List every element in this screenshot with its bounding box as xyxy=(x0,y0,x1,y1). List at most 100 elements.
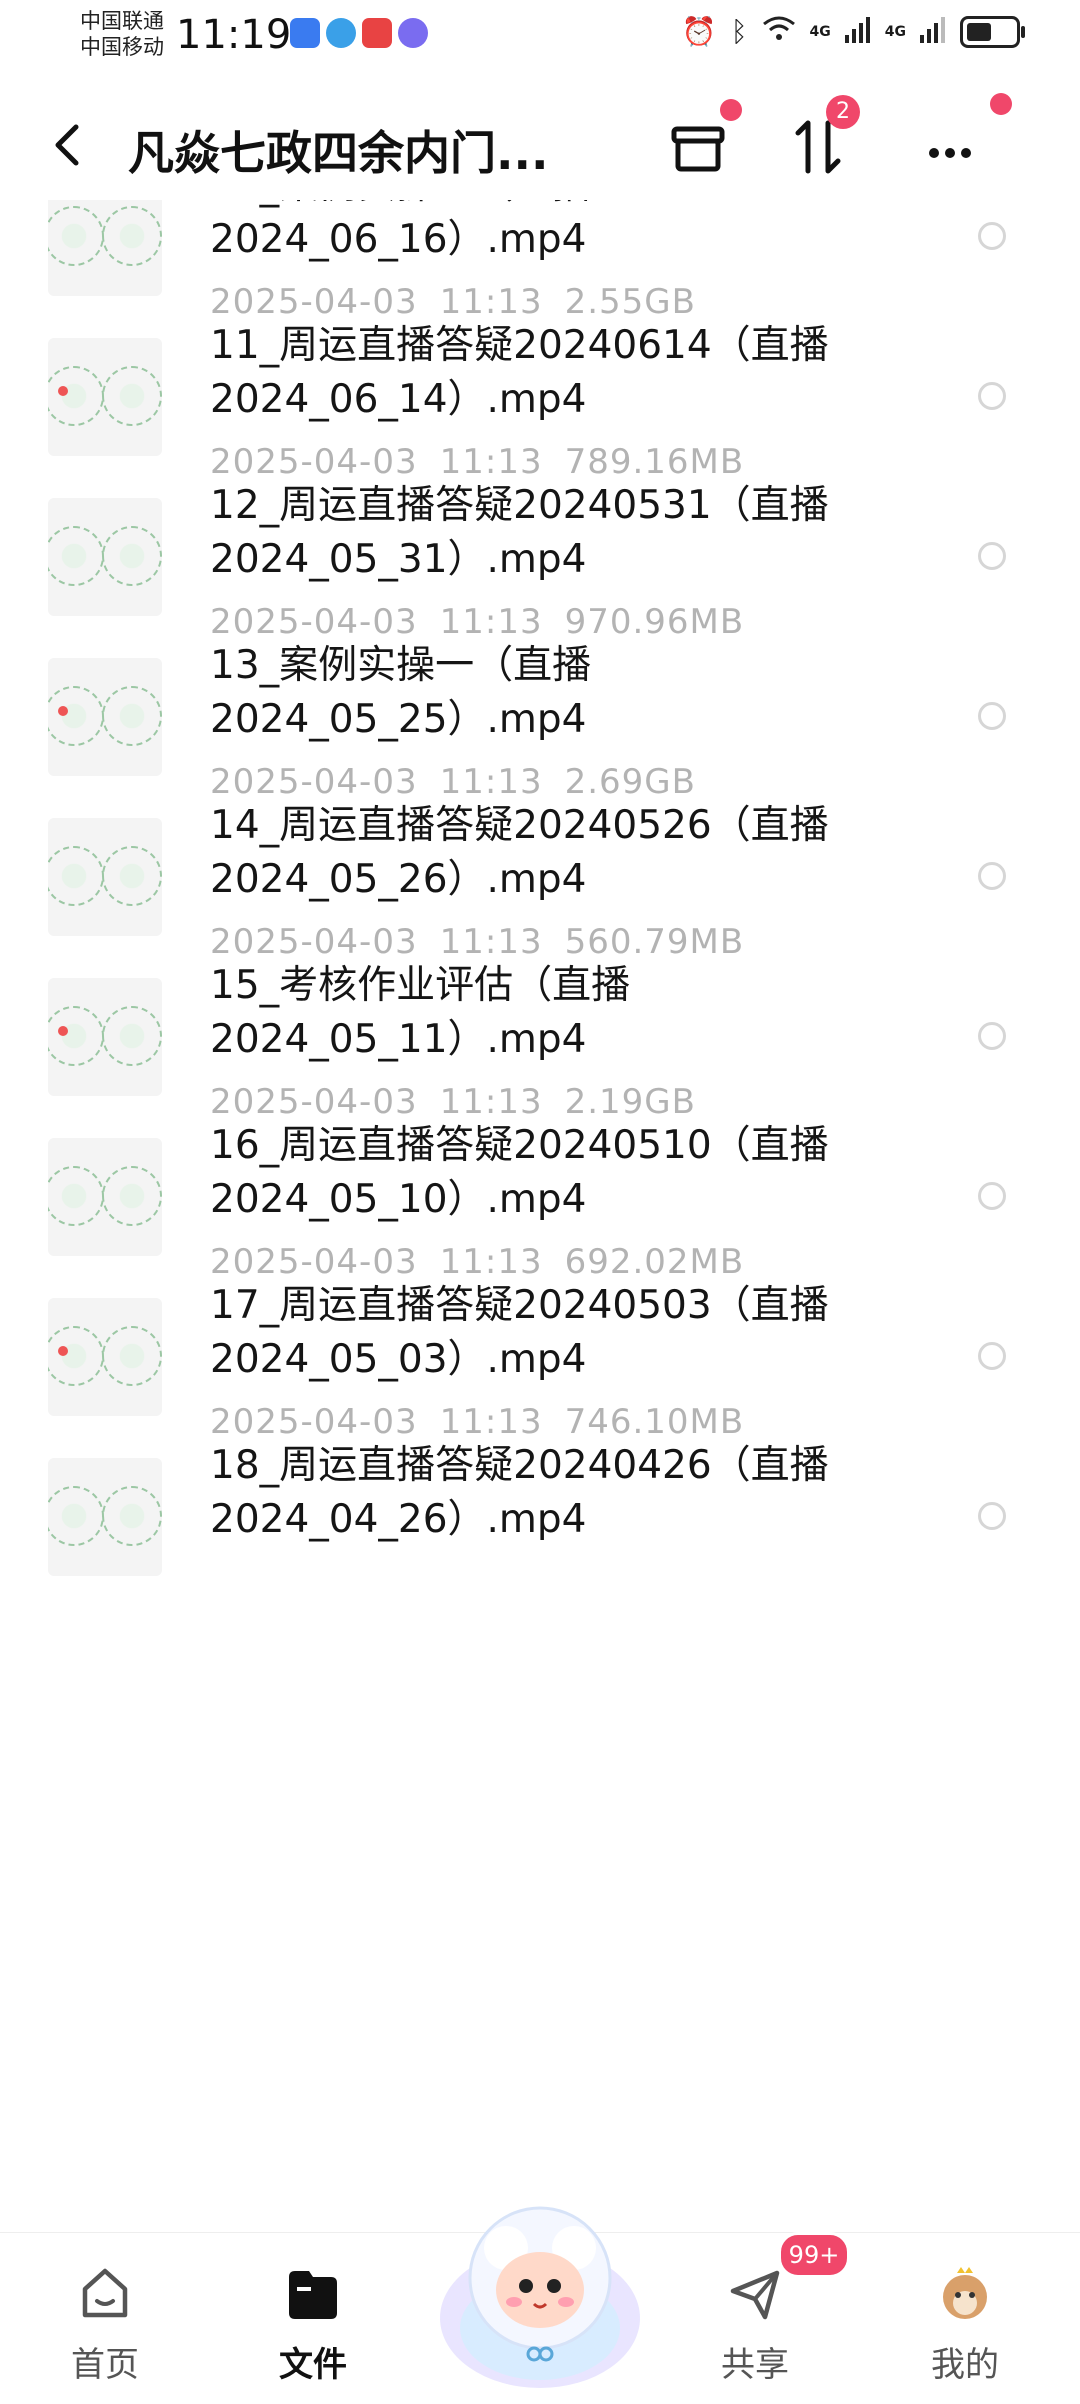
folder-icon xyxy=(289,2271,337,2319)
file-name-line-1: 14_周运直播答疑20240526（直播 xyxy=(210,803,829,848)
select-checkbox[interactable] xyxy=(978,1342,1006,1370)
file-time: 11:13 xyxy=(439,602,543,642)
network-type-1: 4G xyxy=(809,23,831,40)
file-meta: 2025-04-03 11:13 2.69GB xyxy=(210,762,696,802)
clock: 11:19 xyxy=(176,12,292,58)
file-meta: 2025-04-03 11:13 2.55GB xyxy=(210,282,696,322)
status-bar: 中国联通 中国移动 11:19 ⏰ ᛒ 4G 4G xyxy=(0,0,1080,80)
music-notification-icon xyxy=(398,18,428,48)
file-name-line-1: 12_周运直播答疑20240531（直播 xyxy=(210,483,829,528)
file-meta: 2025-04-03 11:13 560.79MB xyxy=(210,922,744,962)
file-name-line-2: 2024_06_14）.mp4 xyxy=(210,377,587,422)
select-checkbox[interactable] xyxy=(978,222,1006,250)
wifi-icon xyxy=(762,14,796,49)
file-date: 2025-04-03 xyxy=(210,762,418,802)
file-date: 2025-04-03 xyxy=(210,1082,418,1122)
file-name-line-1: 17_周运直播答疑20240503（直播 xyxy=(210,1283,829,1328)
avatar-icon xyxy=(943,2267,987,2319)
file-time: 11:13 xyxy=(439,922,543,962)
select-checkbox[interactable] xyxy=(978,1182,1006,1210)
file-size: 560.79MB xyxy=(564,922,745,962)
transfer-count-badge: 2 xyxy=(826,95,860,129)
file-name-line-2: 2024_05_11）.mp4 xyxy=(210,1017,587,1062)
page-title: 凡焱七政四余内门... xyxy=(128,126,549,180)
signal-icon xyxy=(844,16,871,47)
ai-assistant-mascot-button[interactable] xyxy=(430,2178,650,2400)
nav-mine-label: 我的 xyxy=(931,2345,999,2385)
select-checkbox[interactable] xyxy=(978,382,1006,410)
file-date: 2025-04-03 xyxy=(210,442,418,482)
select-checkbox[interactable] xyxy=(978,862,1006,890)
video-thumbnail xyxy=(48,1298,162,1416)
file-time: 11:13 xyxy=(439,1082,543,1122)
file-name-line-1: 16_周运直播答疑20240510（直播 xyxy=(210,1123,829,1168)
select-checkbox[interactable] xyxy=(978,542,1006,570)
chevron-left-icon xyxy=(55,124,79,166)
file-time: 11:13 xyxy=(439,1242,543,1282)
file-time: 11:13 xyxy=(439,442,543,482)
file-meta: 2025-04-03 11:13 746.10MB xyxy=(210,1402,744,1442)
notification-dot xyxy=(720,99,742,121)
nav-home[interactable]: 首页 xyxy=(30,2233,180,2401)
header-bar: 凡焱七政四余内门... 2 xyxy=(0,93,1080,195)
file-list: 10_案例实操二（直播2024_06_16）.mp42025-04-0311:1… xyxy=(0,200,1080,2230)
file-name-line-1: 15_考核作业评估（直播 xyxy=(210,963,631,1008)
file-name-line-2: 2024_05_10）.mp4 xyxy=(210,1177,587,1222)
video-thumbnail xyxy=(48,338,162,456)
carrier-1: 中国联通 xyxy=(80,9,164,33)
select-checkbox[interactable] xyxy=(978,702,1006,730)
recycle-box-button[interactable] xyxy=(658,99,742,187)
file-name-line-2: 2024_05_03）.mp4 xyxy=(210,1337,587,1382)
video-thumbnail xyxy=(48,1458,162,1576)
file-name-line-2: 2024_05_26）.mp4 xyxy=(210,857,587,902)
share-count-badge: 99+ xyxy=(778,2232,850,2278)
file-size: 746.10MB xyxy=(564,1402,745,1442)
file-size: 2.19GB xyxy=(564,1082,696,1122)
select-checkbox[interactable] xyxy=(978,1022,1006,1050)
back-button[interactable] xyxy=(48,117,84,183)
file-date: 2025-04-03 xyxy=(210,1242,418,1282)
file-size: 789.16MB xyxy=(564,442,745,482)
transfer-list-button[interactable]: 2 xyxy=(778,95,860,187)
more-dots-icon xyxy=(929,148,971,158)
file-row[interactable]: 18_周运直播答疑20240426（直播 2024_04_26）.mp4 xyxy=(0,1438,1080,1683)
battery-icon xyxy=(960,15,1025,48)
carrier-2: 中国移动 xyxy=(80,35,164,59)
file-date: 2025-04-03 xyxy=(210,282,418,322)
network-type-2: 4G xyxy=(884,23,906,40)
file-time: 11:13 xyxy=(439,762,543,802)
bluetooth-icon: ᛒ xyxy=(730,15,748,48)
nav-files-label: 文件 xyxy=(279,2345,347,2385)
nav-files[interactable]: 文件 xyxy=(238,2233,388,2401)
file-date: 2025-04-03 xyxy=(210,602,418,642)
paper-plane-icon xyxy=(730,2270,780,2320)
file-time: 11:13 xyxy=(439,282,543,322)
home-icon xyxy=(82,2268,128,2318)
nav-mine[interactable]: 我的 xyxy=(890,2233,1040,2401)
select-checkbox[interactable] xyxy=(978,1502,1006,1530)
file-meta: 2025-04-03 11:13 2.19GB xyxy=(210,1082,696,1122)
video-thumbnail xyxy=(48,200,162,296)
file-meta xyxy=(210,1562,254,1602)
file-size: 2.55GB xyxy=(564,282,696,322)
notification-dot xyxy=(990,93,1012,115)
app-notification-icon xyxy=(326,18,356,48)
system-icons: ⏰ ᛒ 4G 4G xyxy=(681,14,1025,49)
video-thumbnail xyxy=(48,978,162,1096)
file-name-line-2: 2024_04_26）.mp4 xyxy=(210,1497,587,1542)
more-button[interactable] xyxy=(910,93,1012,187)
mascot-icon xyxy=(440,2206,640,2388)
nav-share-label: 共享 xyxy=(721,2345,789,2385)
video-thumbnail xyxy=(48,818,162,936)
file-time: 11:13 xyxy=(439,1402,543,1442)
carrier-labels: 中国联通 中国移动 xyxy=(80,8,164,60)
file-name-line-2: 2024_06_16）.mp4 xyxy=(210,217,587,262)
file-size: 692.02MB xyxy=(564,1242,745,1282)
video-thumbnail xyxy=(48,1138,162,1256)
book-notification-icon xyxy=(362,18,392,48)
file-meta: 2025-04-03 11:13 789.16MB xyxy=(210,442,744,482)
file-name-line-1: 13_案例实操一（直播 xyxy=(210,643,592,688)
file-meta: 2025-04-03 11:13 692.02MB xyxy=(210,1242,744,1282)
alarm-icon: ⏰ xyxy=(681,15,717,48)
app-notification-icon xyxy=(290,18,320,48)
